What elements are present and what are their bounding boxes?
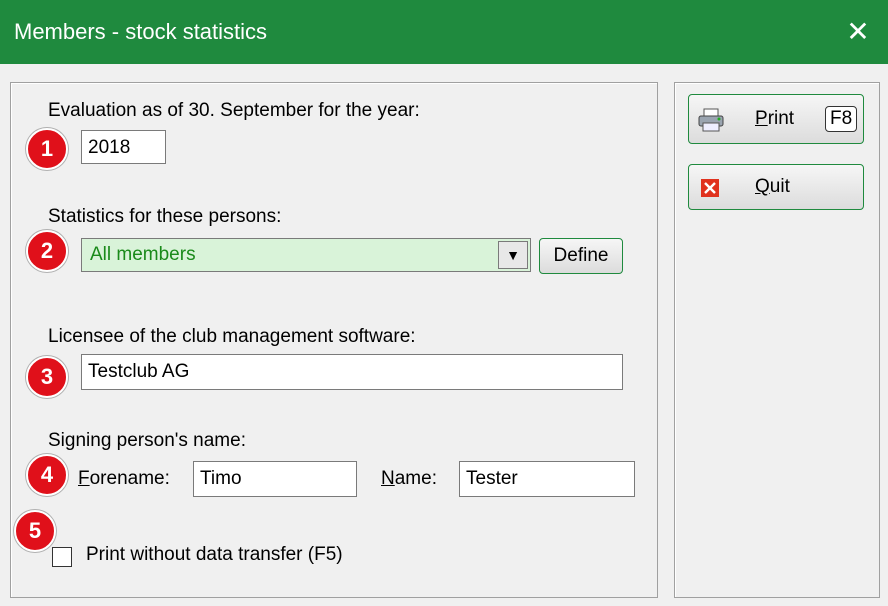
- step-badge-2: 2: [26, 230, 68, 272]
- window-title: Members - stock statistics: [14, 19, 268, 44]
- print-button[interactable]: Print F8: [688, 94, 864, 144]
- chevron-down-icon[interactable]: ▼: [498, 241, 528, 269]
- define-button[interactable]: Define: [539, 238, 623, 274]
- quit-label-text: uit: [769, 176, 790, 197]
- persons-select-value: All members: [90, 244, 196, 265]
- evaluation-label: Evaluation as of 30. September for the y…: [48, 100, 420, 121]
- step-badge-4: 4: [26, 454, 68, 496]
- dialog-body: Evaluation as of 30. September for the y…: [0, 64, 888, 606]
- persons-label: Statistics for these persons:: [48, 206, 282, 227]
- printer-icon: [698, 108, 724, 132]
- forename-label-text: orename:: [89, 468, 170, 489]
- year-input[interactable]: 2018: [81, 130, 166, 164]
- step-badge-1: 1: [26, 128, 68, 170]
- licensee-label: Licensee of the club management software…: [48, 326, 416, 347]
- quit-button[interactable]: Quit: [688, 164, 864, 210]
- name-label-text: ame:: [394, 468, 437, 489]
- actions-panel: [674, 82, 880, 598]
- licensee-input[interactable]: Testclub AG: [81, 354, 623, 390]
- step-badge-3: 3: [26, 356, 68, 398]
- print-shortcut-badge: F8: [825, 106, 858, 132]
- step-badge-5: 5: [14, 510, 56, 552]
- print-label-text: rint: [767, 108, 795, 129]
- name-input[interactable]: Tester: [459, 461, 635, 497]
- persons-select[interactable]: All members ▼: [81, 238, 531, 272]
- name-label-accel: N: [381, 468, 395, 489]
- print-without-label[interactable]: Print without data transfer (F5): [86, 544, 343, 566]
- forename-input[interactable]: Timo: [193, 461, 357, 497]
- title-bar: Members - stock statistics ✕: [0, 0, 888, 64]
- print-without-checkbox[interactable]: [52, 547, 72, 567]
- quit-button-label: Quit: [755, 176, 790, 198]
- close-red-icon: [701, 179, 719, 197]
- print-button-label: Print: [755, 108, 794, 130]
- name-label: Name:: [381, 468, 437, 490]
- quit-label-accel: Q: [755, 176, 770, 197]
- signing-label: Signing person's name:: [48, 430, 246, 451]
- print-label-accel: P: [755, 108, 768, 129]
- define-button-label: Define: [553, 245, 609, 266]
- close-icon[interactable]: ✕: [838, 0, 878, 64]
- forename-label-accel: F: [78, 468, 90, 489]
- forename-label: Forename:: [78, 468, 170, 490]
